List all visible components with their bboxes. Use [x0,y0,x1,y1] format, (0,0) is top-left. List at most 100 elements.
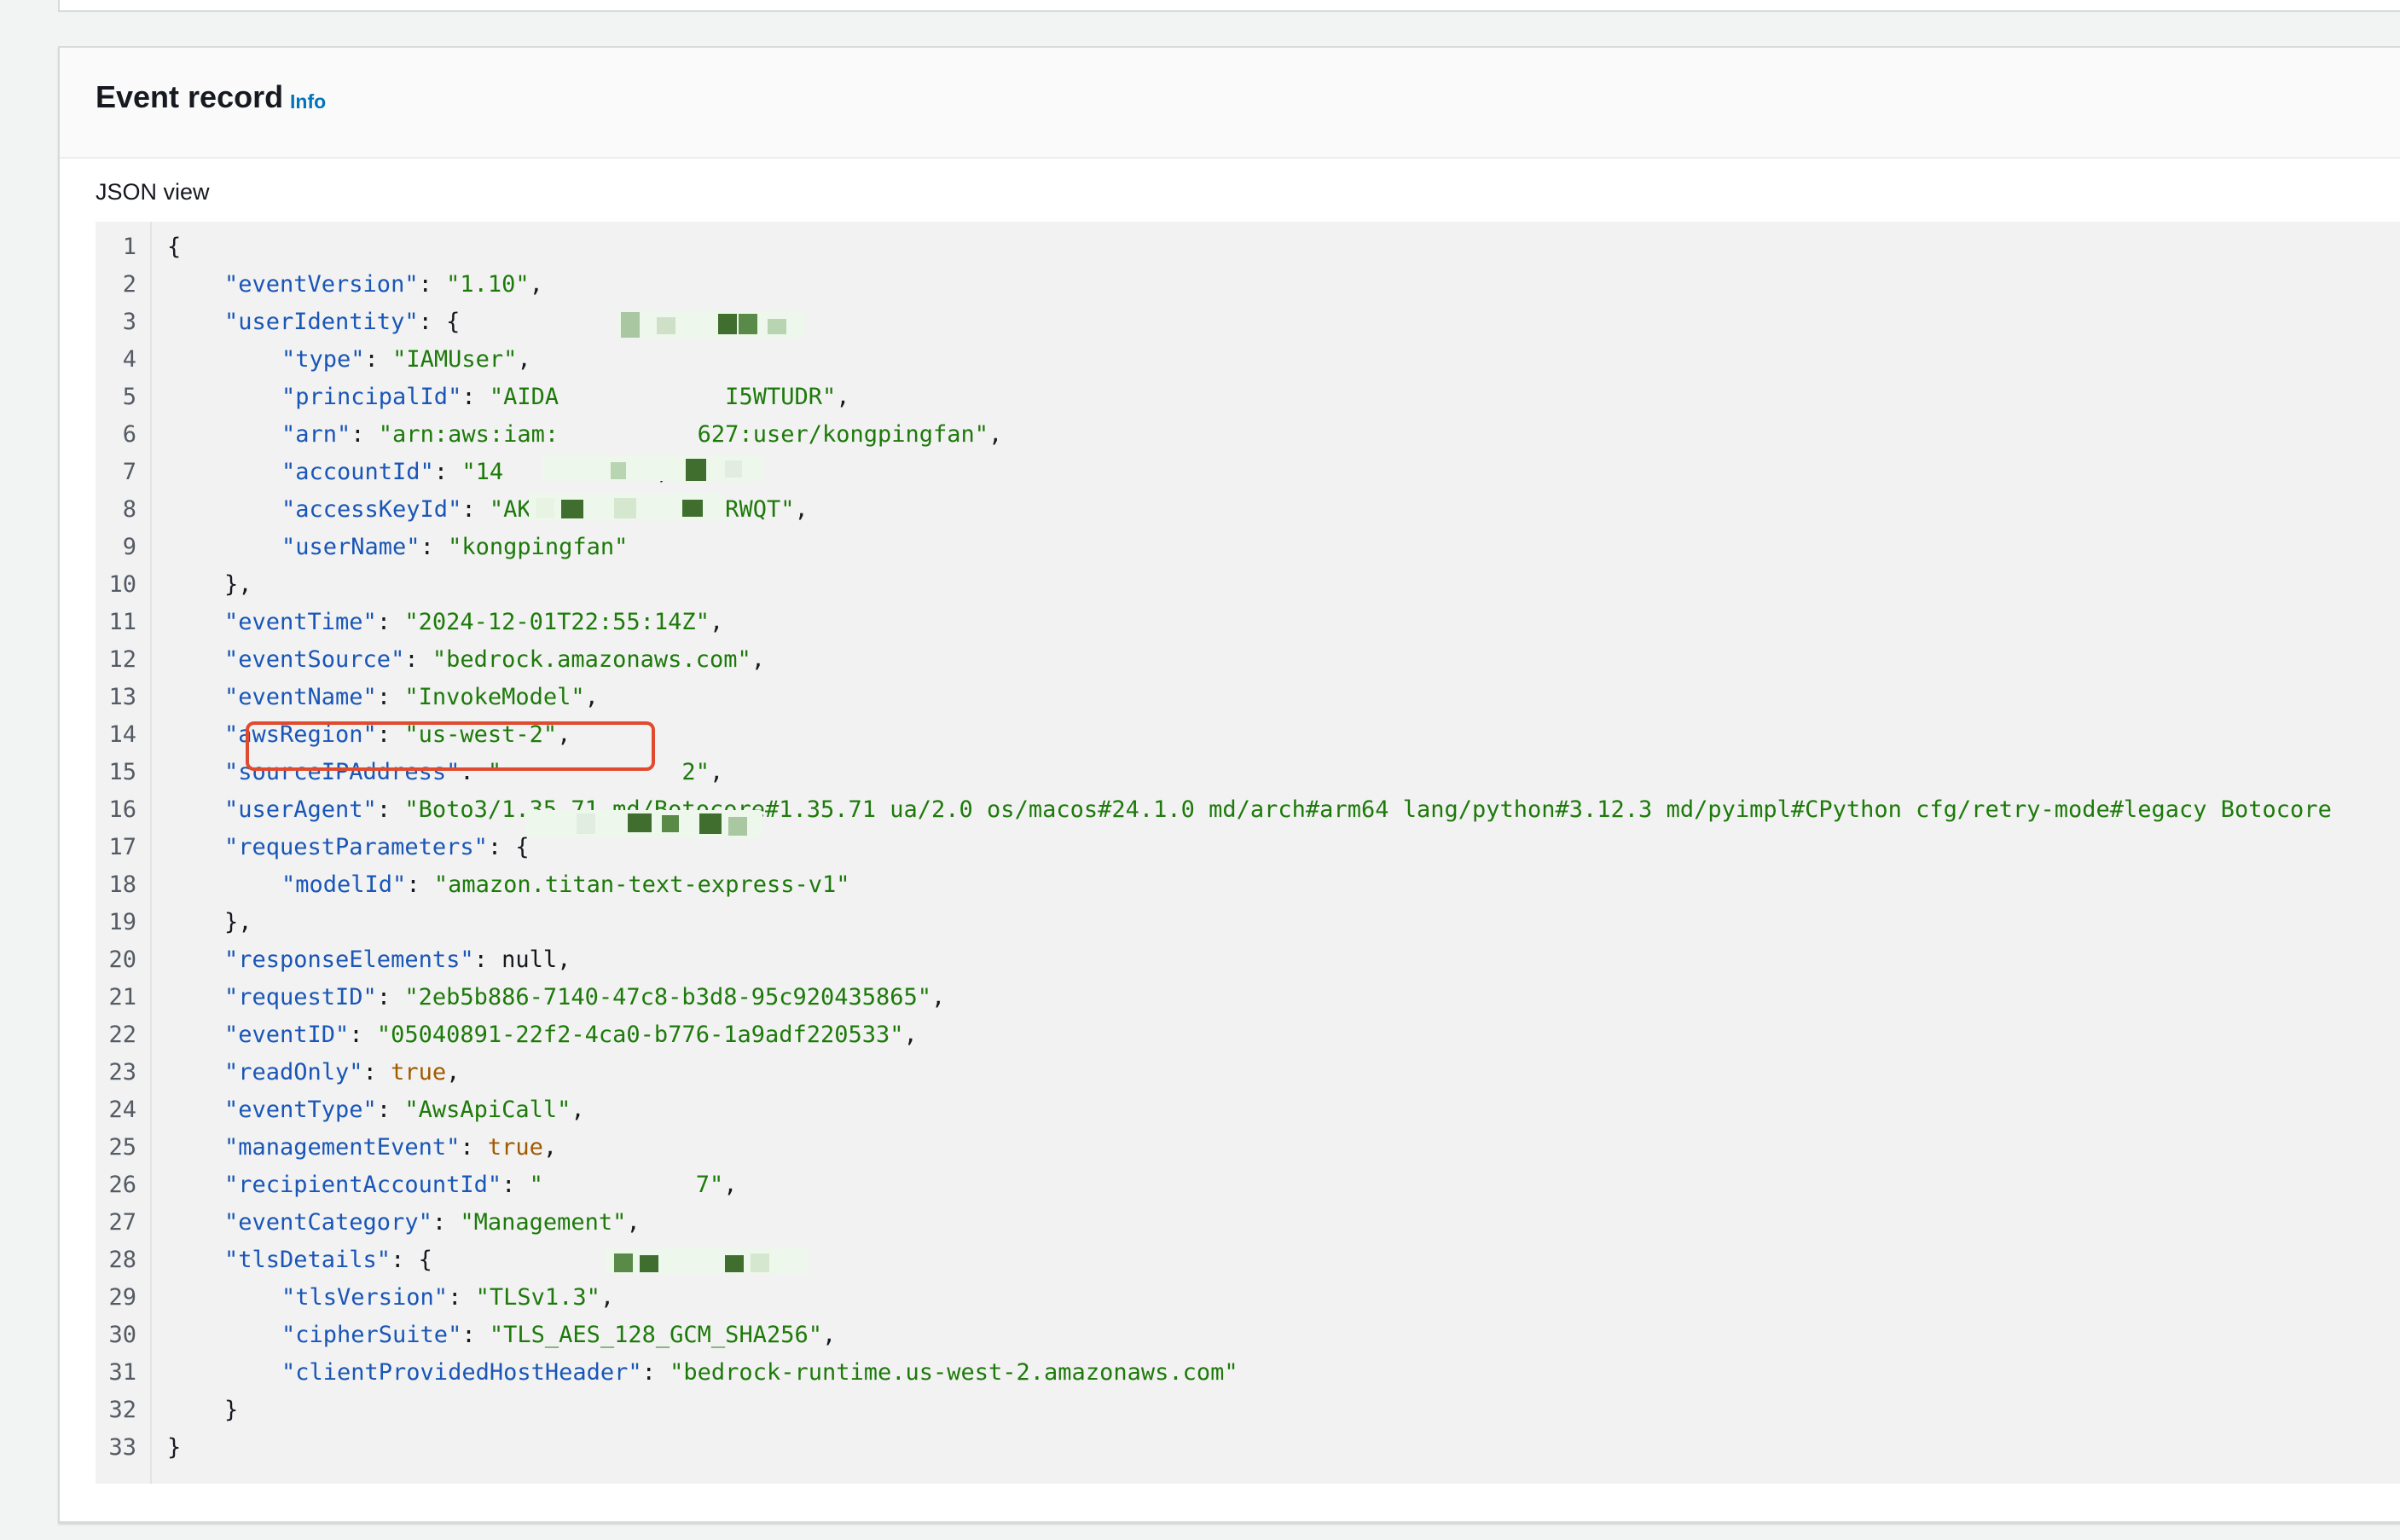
code-line: "eventTime": "2024-12-01T22:55:14Z", [224,604,723,641]
json-punctuation: , [821,1322,837,1348]
json-boolean: true [391,1059,447,1086]
json-punctuation: : [376,1097,405,1123]
redacted-account-id [529,493,725,520]
json-punctuation: : [433,459,462,485]
line-number: 2 [122,271,136,298]
json-key: "cipherSuite" [281,1322,462,1348]
json-key: "eventName" [224,684,377,710]
code-line: }, [224,566,252,604]
line-number: 18 [108,871,136,898]
code-line: "managementEvent": true, [224,1129,557,1167]
json-string: "arn:aws:iam: 627:user/kongpingfan" [378,421,989,448]
json-punctuation: : [461,496,490,523]
json-boolean: true [487,1134,543,1161]
line-number: 26 [108,1172,136,1198]
code-line: "eventVersion": "1.10", [224,266,543,304]
json-punctuation: : [376,684,405,710]
json-punctuation: : [460,1134,488,1161]
json-key: "modelId" [281,871,407,898]
line-number: 16 [108,796,136,823]
json-key: "eventVersion" [224,271,419,298]
json-key: "eventCategory" [224,1209,432,1236]
json-punctuation: : { [391,1247,432,1273]
json-punctuation: : null, [473,947,571,973]
json-string: "TLS_AES_128_GCM_SHA256" [489,1322,822,1348]
json-punctuation: : [418,271,447,298]
json-punctuation: : [351,421,379,448]
json-key: "responseElements" [224,947,474,973]
json-punctuation: , [723,1172,738,1198]
json-key: "principalId" [281,384,462,410]
line-number: 21 [108,984,136,1010]
json-punctuation: , [600,1284,615,1311]
json-punctuation: : [461,384,490,410]
line-number: 5 [122,384,136,410]
line-number: 8 [122,496,136,523]
json-punctuation: , [903,1022,918,1048]
json-punctuation: }, [224,571,252,598]
json-punctuation: : [376,609,405,635]
json-key: "eventID" [224,1022,350,1048]
json-punctuation: : [461,1322,490,1348]
line-number: 7 [122,459,136,485]
json-key: "accountId" [281,459,434,485]
json-code-viewer[interactable]: 1 2 3 4 5 6 7 8 9 10 11 12 13 14 15 16 17 18 19 20 21 22 23 24 2… [96,222,2400,1484]
json-key: "requestParameters" [224,834,488,860]
json-key: "userName" [281,534,420,560]
line-number: 24 [108,1097,136,1123]
redacted-arn [542,455,764,481]
json-punctuation: : [349,1022,377,1048]
json-punctuation: , [626,1209,641,1236]
line-number: 20 [108,947,136,973]
json-key: "type" [281,346,365,373]
json-punctuation: , [529,271,543,298]
info-link[interactable]: Info [290,90,326,113]
card-title: Event record [96,79,284,114]
code-line: "tlsDetails": { [224,1242,432,1279]
code-line: } [167,1429,181,1467]
redacted-source-ip [525,810,762,837]
line-number: 28 [108,1247,136,1273]
json-key: "accessKeyId" [281,496,462,523]
event-record-card: Event record Info JSON view 1 2 3 4 5 6 7 8 9 10 1… [58,46,2400,1523]
json-string: "bedrock.amazonaws.com" [432,646,751,673]
code-line: "eventType": "AwsApiCall", [224,1091,585,1129]
event-name-highlight [246,721,655,771]
json-string: "InvokeModel" [404,684,585,710]
json-string: "TLSv1.3" [475,1284,600,1311]
code-line: "requestID": "2eb5b886-7140-47c8-b3d8-95… [224,979,945,1016]
json-punctuation: , [584,684,599,710]
json-key: "clientProvidedHostHeader" [281,1359,642,1386]
json-string: " 7" [529,1172,724,1198]
code-line: "eventID": "05040891-22f2-4ca0-b776-1a9a… [224,1016,918,1054]
code-line: "recipientAccountId": " 7", [224,1167,737,1204]
json-string: "Management" [460,1209,627,1236]
code-line: } [224,1392,238,1429]
line-number: 9 [122,534,136,560]
json-string: "05040891-22f2-4ca0-b776-1a9adf220533" [376,1022,904,1048]
code-line: "clientProvidedHostHeader": "bedrock-run… [281,1354,1238,1392]
json-punctuation: , [751,646,765,673]
code-line: "tlsVersion": "TLSv1.3", [281,1279,614,1317]
json-punctuation: { [167,234,182,260]
code-line: "userIdentity": { [224,304,460,341]
json-string: "AwsApiCall" [404,1097,571,1123]
line-number: 31 [108,1359,136,1386]
line-number: 27 [108,1209,136,1236]
json-key: "managementEvent" [224,1134,461,1161]
json-punctuation: , [988,421,1003,448]
json-key: "requestID" [224,984,377,1010]
line-number: 14 [108,721,136,748]
json-key: "readOnly" [224,1059,363,1086]
json-punctuation: , [709,759,724,785]
json-punctuation: , [709,609,724,635]
json-string: "2eb5b886-7140-47c8-b3d8-95c920435865" [404,984,932,1010]
code-line: "eventName": "InvokeModel", [224,679,599,716]
line-number: 6 [122,421,136,448]
json-string: "bedrock-runtime.us-west-2.amazonaws.com… [670,1359,1238,1386]
json-punctuation: : { [487,834,530,860]
code-line: "responseElements": null, [224,941,571,979]
code-line: "eventCategory": "Management", [224,1204,641,1242]
json-punctuation: , [542,1134,558,1161]
card-header: Event record Info [60,48,2400,159]
